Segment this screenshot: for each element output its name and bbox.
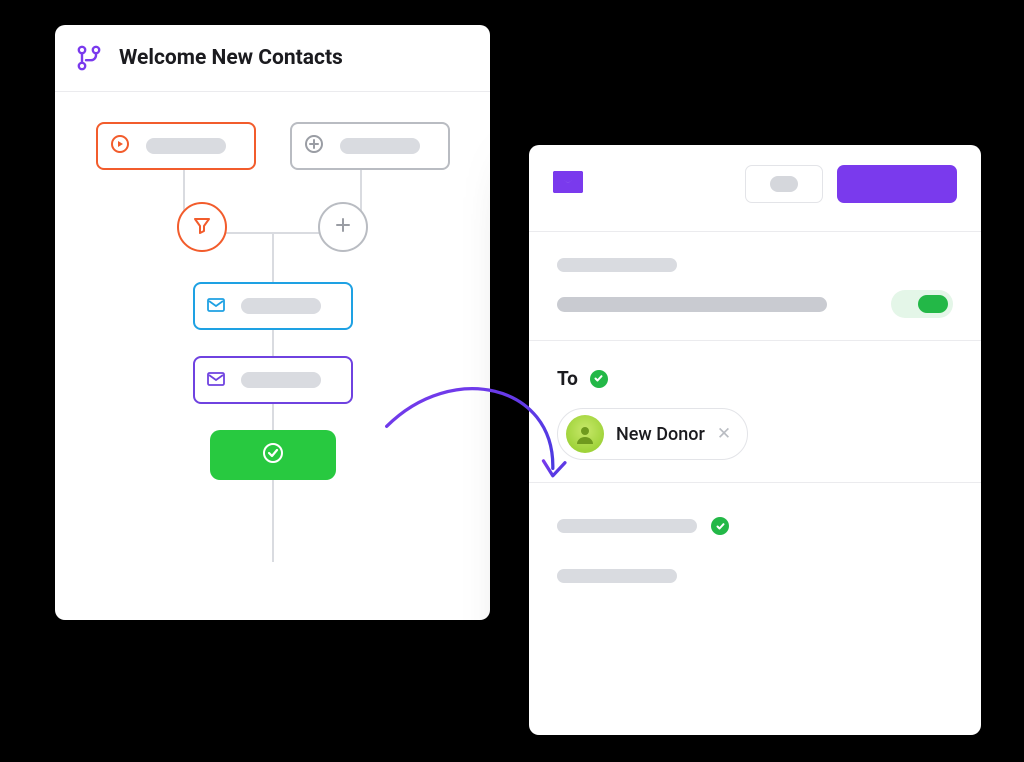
- workflow-header: Welcome New Contacts: [55, 25, 490, 92]
- placeholder-bar: [241, 372, 321, 388]
- fields-section: [529, 483, 981, 613]
- check-circle-icon: [262, 442, 284, 468]
- branch-icon: [77, 45, 101, 71]
- funnel-icon: [192, 215, 212, 239]
- remove-chip-icon[interactable]: ✕: [717, 424, 731, 444]
- play-icon: [110, 134, 130, 158]
- success-node[interactable]: [210, 430, 336, 480]
- email-header: [529, 145, 981, 232]
- to-label: To: [557, 367, 578, 390]
- placeholder-bar: [146, 138, 226, 154]
- add-step-node[interactable]: [290, 122, 450, 170]
- email-card: To New Donor ✕: [529, 145, 981, 735]
- email-meta-section: [529, 232, 981, 341]
- secondary-button[interactable]: [745, 165, 823, 203]
- check-circle-icon: [711, 517, 729, 535]
- placeholder-bar: [241, 298, 321, 314]
- trigger-node[interactable]: [96, 122, 256, 170]
- recipient-chip[interactable]: New Donor ✕: [557, 408, 748, 460]
- workflow-title: Welcome New Contacts: [119, 46, 343, 70]
- workflow-canvas: [55, 92, 490, 612]
- filter-node[interactable]: [177, 202, 227, 252]
- recipient-name: New Donor: [616, 424, 705, 445]
- plus-circle-icon: [304, 134, 324, 158]
- check-circle-icon: [590, 370, 608, 388]
- plus-icon: [334, 216, 352, 238]
- mail-icon: [207, 297, 225, 316]
- placeholder-bar: [340, 138, 420, 154]
- recipient-section: To New Donor ✕: [529, 341, 981, 483]
- workflow-card: Welcome New Contacts: [55, 25, 490, 620]
- toggle-switch[interactable]: [891, 290, 953, 318]
- add-node[interactable]: [318, 202, 368, 252]
- mail-icon: [207, 371, 225, 390]
- email-node-2[interactable]: [193, 356, 353, 404]
- email-node-1[interactable]: [193, 282, 353, 330]
- mail-icon: [553, 171, 583, 197]
- primary-button[interactable]: [837, 165, 957, 203]
- avatar: [566, 415, 604, 453]
